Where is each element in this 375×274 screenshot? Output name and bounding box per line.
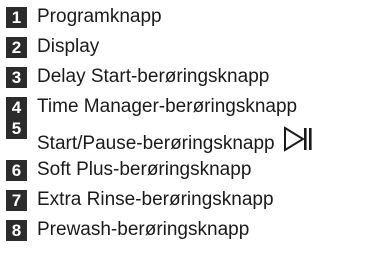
legend-label: Programknapp: [37, 6, 162, 27]
play-pause-icon: [283, 126, 313, 158]
number-badge: 6: [6, 159, 27, 181]
number-badge: 7: [6, 189, 27, 211]
number-badge: 1: [6, 6, 27, 28]
legend-item: 7 Extra Rinse-berøringsknapp: [6, 187, 274, 213]
legend-item: 2 Display: [6, 34, 99, 60]
legend-label: Delay Start-berøringsknapp: [37, 66, 270, 87]
legend-label: Start/Pause-berøringsknapp: [37, 133, 275, 154]
legend-label: Display: [37, 36, 100, 57]
legend-item: 6 Soft Plus-berøringsknapp: [6, 157, 251, 183]
legend-label: Time Manager-berøringsknapp: [37, 96, 298, 117]
legend-label: Prewash-berøringsknapp: [37, 219, 250, 240]
number-badge: 5: [6, 118, 27, 139]
legend-label: Extra Rinse-berøringsknapp: [37, 189, 274, 210]
legend-item: 8 Prewash-berøringsknapp: [6, 217, 249, 243]
legend-item: 1 Programknapp: [6, 4, 162, 30]
number-badge: 8: [6, 219, 27, 241]
number-badge: 3: [6, 66, 27, 88]
legend-label: Soft Plus-berøringsknapp: [37, 159, 252, 180]
number-badge: 4: [6, 96, 27, 118]
legend-item: 5 Start/Pause-berøringsknapp: [6, 118, 313, 158]
number-badge: 2: [6, 36, 27, 58]
legend-item: 4 Time Manager-berøringsknapp: [6, 94, 297, 120]
legend-label-wrap: Start/Pause-berøringsknapp: [37, 126, 313, 158]
legend-item: 3 Delay Start-berøringsknapp: [6, 64, 269, 90]
